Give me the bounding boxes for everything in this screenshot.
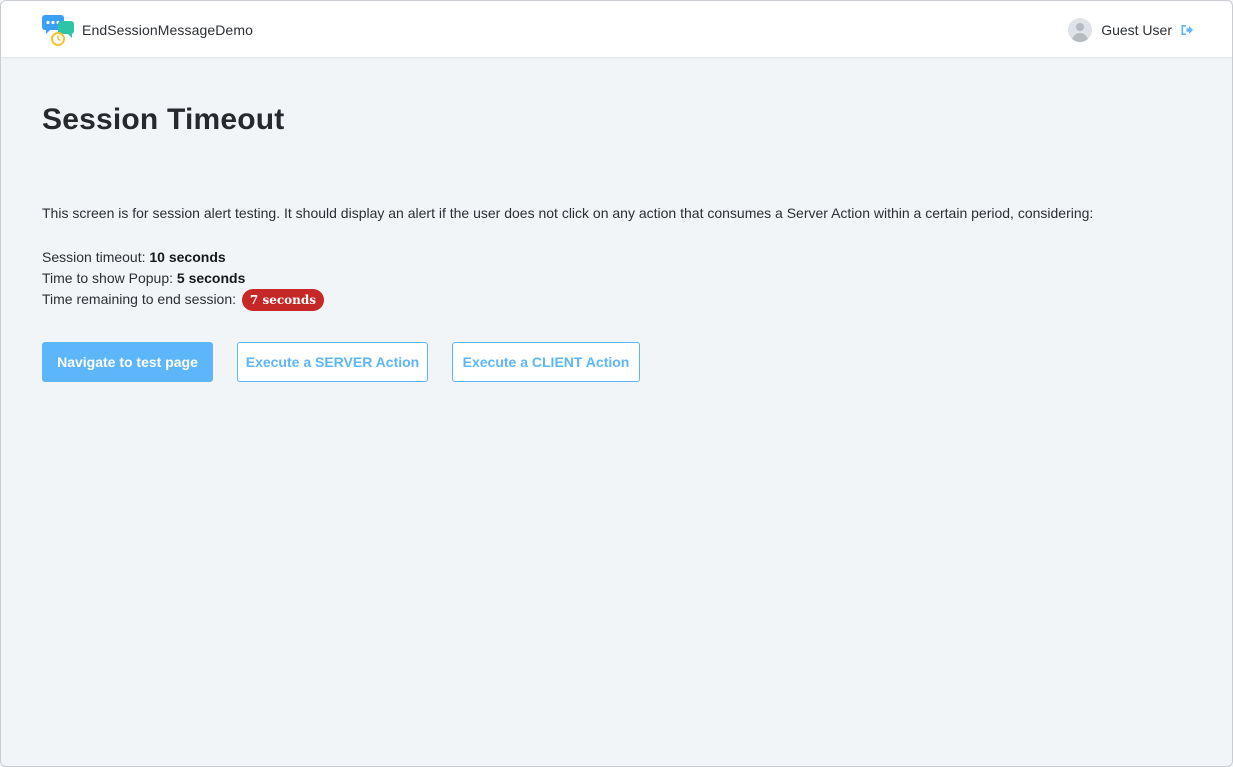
user-avatar-icon[interactable]: [1068, 18, 1093, 42]
popup-time-value: 5 seconds: [176, 270, 246, 286]
page-description: This screen is for session alert testing…: [42, 205, 1094, 221]
action-buttons: Navigate to test page Execute a SERVER A…: [42, 342, 640, 382]
popup-time-row: Time to show Popup: 5 seconds: [42, 268, 324, 289]
popup-time-label: Time to show Popup:: [42, 270, 173, 286]
session-info: Session timeout: 10 seconds Time to show…: [42, 247, 325, 312]
page-title: Session Timeout: [42, 103, 285, 136]
logout-icon[interactable]: [1180, 23, 1194, 37]
remaining-time-label: Time remaining to end session:: [42, 291, 237, 307]
remaining-time-row: Time remaining to end session: 7 seconds: [42, 289, 325, 312]
app-name[interactable]: EndSessionMessageDemo: [82, 22, 253, 38]
user-menu: Guest User: [1068, 18, 1194, 42]
execute-server-action-button[interactable]: Execute a SERVER Action: [237, 342, 428, 382]
session-timeout-label: Session timeout:: [42, 249, 146, 265]
session-timeout-value: 10 seconds: [149, 249, 226, 265]
app-window: EndSessionMessageDemo Guest User Session…: [0, 0, 1233, 767]
navigate-test-page-button[interactable]: Navigate to test page: [42, 342, 213, 382]
user-name[interactable]: Guest User: [1101, 22, 1172, 38]
remaining-time-badge: 7 seconds: [241, 289, 325, 312]
app-logo-icon[interactable]: [41, 13, 75, 47]
main-content: Session Timeout This screen is for sessi…: [42, 101, 1192, 382]
execute-client-action-button[interactable]: Execute a CLIENT Action: [452, 342, 640, 382]
session-timeout-row: Session timeout: 10 seconds: [42, 247, 324, 268]
app-header: EndSessionMessageDemo Guest User: [1, 1, 1232, 58]
